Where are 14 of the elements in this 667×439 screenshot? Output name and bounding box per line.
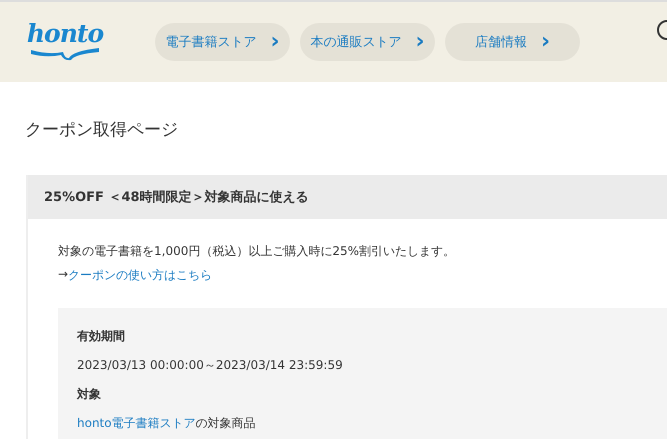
nav-button[interactable]: 本の通販ストア › [300, 23, 435, 61]
page-title: クーポン取得ページ [25, 119, 179, 141]
coupon-title: 25%OFF ＜48時間限定＞対象商品に使える [28, 175, 667, 219]
detail-label: 有効期間 [77, 328, 126, 345]
nav-button[interactable]: 電子書籍ストア › [155, 23, 290, 61]
detail-value: の対象商品 [196, 415, 256, 432]
store-link[interactable]: honto電子書籍ストア [77, 415, 196, 432]
detail-value: 2023/03/13 00:00:00～2023/03/14 23:59:59 [77, 357, 343, 374]
help-link[interactable]: クーポンの使い方はこちら [68, 267, 212, 284]
logo[interactable]: honto [25, 21, 105, 63]
arrow-text: → [58, 267, 68, 283]
nav-button[interactable]: 店舗情報 › [445, 23, 580, 61]
coupon-description: 対象の電子書籍を1,000円（税込）以上ご購入時に25%割引いたします。 [58, 243, 456, 260]
detail-label: 対象 [77, 386, 102, 403]
